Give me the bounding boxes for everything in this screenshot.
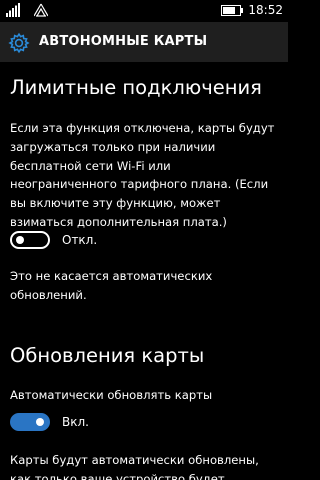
auto-update-label: Автоматически обновлять карты — [10, 388, 213, 402]
note-line: Это не касается автоматических — [10, 269, 213, 283]
toggle-knob — [36, 418, 44, 426]
metered-toggle-state-label: Откл. — [62, 233, 98, 247]
offline-maps-screen: 18:52 АВТОНОМНЫЕ КАРТЫ Лимитные подключе… — [0, 0, 288, 480]
description-line: неограниченного тарифного плана. (Если — [10, 177, 269, 192]
battery-icon — [221, 5, 243, 16]
description-line: вы включите эту функцию, может — [10, 196, 221, 211]
description-line: Карты будут автоматически обновлены, — [10, 453, 259, 467]
page-title: АВТОНОМНЫЕ КАРТЫ — [39, 34, 208, 49]
description-line: взиматься дополнительная плата.) — [10, 214, 227, 229]
metered-connections-toggle[interactable] — [10, 231, 50, 249]
wifi-icon — [34, 3, 48, 17]
metered-description: Если эта функция отключена, карты будут … — [10, 119, 278, 232]
auto-update-toggle[interactable] — [10, 413, 50, 431]
gear-icon[interactable] — [8, 32, 30, 54]
status-clock: 18:52 — [248, 3, 283, 17]
description-line: как только ваше устройство будет — [10, 471, 225, 480]
description-line: загружаться только при наличии — [10, 139, 216, 154]
note-line: обновлений. — [10, 287, 87, 302]
signal-icon — [6, 3, 20, 17]
page-header: АВТОНОМНЫЕ КАРТЫ — [0, 22, 288, 62]
metered-connections-heading: Лимитные подключения — [10, 76, 262, 99]
status-bar: 18:52 — [0, 0, 288, 22]
auto-update-state-label: Вкл. — [62, 415, 89, 429]
description-line: бесплатной сети Wi-Fi или — [10, 158, 171, 173]
map-updates-heading: Обновления карты — [10, 344, 205, 367]
toggle-knob — [16, 236, 24, 244]
updates-description: Карты будут автоматически обновлены, как… — [10, 451, 278, 480]
description-line: Если эта функция отключена, карты будут — [10, 121, 275, 135]
metered-note: Это не касается автоматических обновлени… — [10, 267, 278, 305]
